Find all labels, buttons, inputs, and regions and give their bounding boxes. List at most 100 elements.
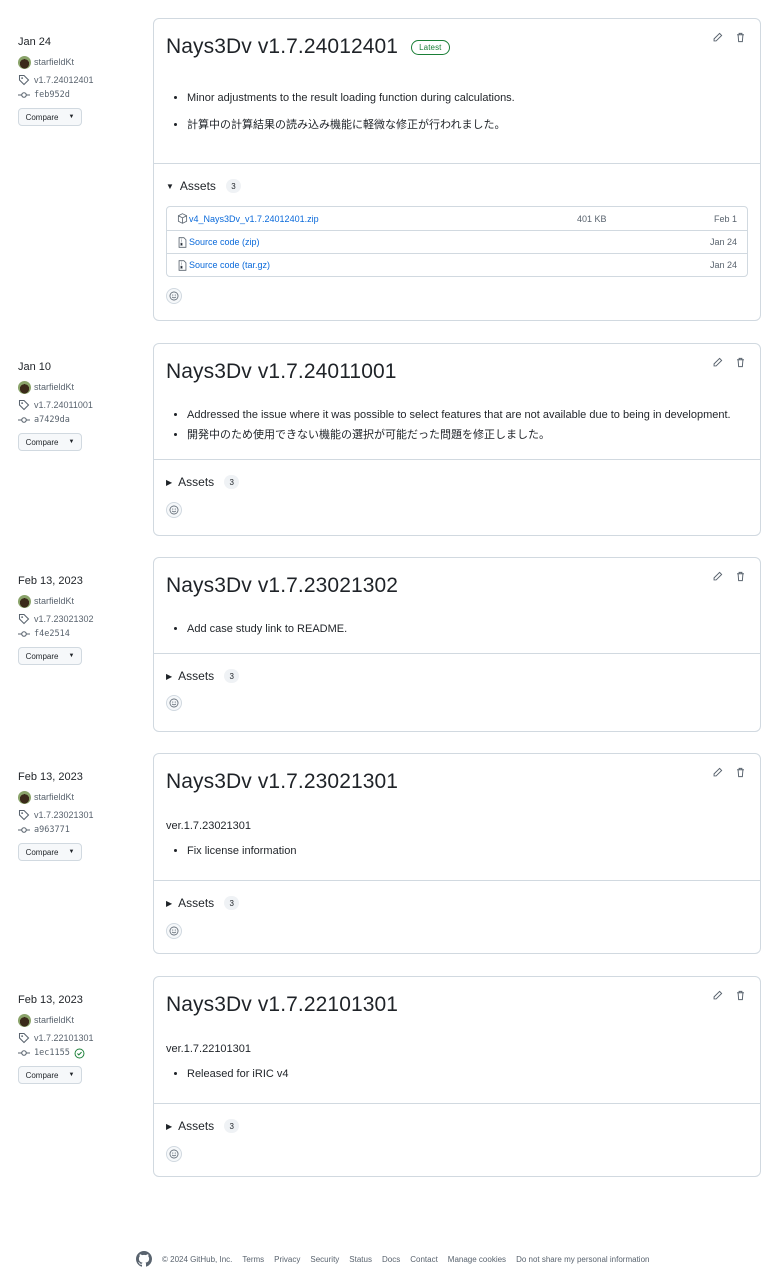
commit-link[interactable]: f4e2514 (18, 627, 138, 641)
release-title[interactable]: Nays3Dv v1.7.23021302 (166, 573, 748, 599)
pencil-icon[interactable] (712, 571, 723, 582)
add-reaction-button[interactable] (166, 923, 182, 939)
release-sidebar: Feb 13, 2023 starfieldKt v1.7.23021302 f… (18, 557, 138, 665)
triangle-right-icon: ▶ (166, 1121, 173, 1131)
assets-counter: 3 (224, 669, 240, 683)
avatar (18, 594, 31, 608)
pencil-icon[interactable] (712, 32, 723, 43)
tag-link[interactable]: v1.7.23021301 (18, 808, 138, 822)
assets-toggle[interactable]: ▶ Assets 3 (154, 667, 760, 685)
release-title[interactable]: Nays3Dv v1.7.23021301 (166, 769, 748, 795)
assets-label: Assets (178, 669, 215, 683)
asset-link[interactable]: Source code (tar.gz) (189, 260, 577, 270)
release-sidebar: Jan 24 starfieldKt v1.7.24012401 feb952d… (18, 18, 138, 126)
note-item: Fix license information (187, 845, 748, 857)
commit-icon (18, 1050, 30, 1056)
author-name: starfieldKt (34, 382, 75, 392)
chevron-down-icon: ▼ (68, 849, 75, 855)
author-link[interactable]: starfieldKt (18, 594, 138, 608)
trash-icon[interactable] (735, 767, 746, 778)
note-item: Addressed the issue where it was possibl… (187, 409, 748, 421)
tag-link[interactable]: v1.7.23021302 (18, 612, 138, 626)
tag-link[interactable]: v1.7.22101301 (18, 1031, 138, 1045)
add-reaction-button[interactable] (166, 288, 182, 304)
tag-name: v1.7.24012401 (34, 75, 94, 85)
page-footer: © 2024 GitHub, Inc. Terms Privacy Securi… (136, 1251, 649, 1267)
smiley-icon (169, 1149, 179, 1159)
compare-button[interactable]: Compare ▼ (18, 647, 82, 665)
release-title[interactable]: Nays3Dv v1.7.22101301 (166, 992, 748, 1018)
footer-copyright: © 2024 GitHub, Inc. (162, 1254, 233, 1264)
add-reaction-button[interactable] (166, 695, 182, 711)
tag-link[interactable]: v1.7.24012401 (18, 73, 138, 87)
assets-toggle[interactable]: ▼ Assets 3 (154, 177, 760, 195)
footer-link-terms[interactable]: Terms (242, 1255, 264, 1264)
smiley-icon (169, 926, 179, 936)
release-title[interactable]: Nays3Dv v1.7.24011001 (166, 359, 748, 385)
asset-link[interactable]: v4_Nays3Dv_v1.7.24012401.zip (189, 214, 577, 224)
asset-link[interactable]: Source code (zip) (189, 237, 577, 247)
add-reaction-button[interactable] (166, 502, 182, 518)
tag-link[interactable]: v1.7.24011001 (18, 398, 138, 412)
footer-link-contact[interactable]: Contact (410, 1255, 438, 1264)
footer-link-privacy[interactable]: Privacy (274, 1255, 300, 1264)
assets-toggle[interactable]: ▶ Assets 3 (154, 473, 760, 491)
compare-button[interactable]: Compare ▼ (18, 1066, 82, 1084)
commit-sha: 1ec1155 (34, 1048, 70, 1058)
compare-button[interactable]: Compare ▼ (18, 108, 82, 126)
latest-badge: Latest (411, 39, 450, 55)
tag-name: v1.7.23021301 (34, 810, 94, 820)
footer-link-manage-cookies[interactable]: Manage cookies (448, 1255, 506, 1264)
assets-toggle[interactable]: ▶ Assets 3 (154, 894, 760, 912)
trash-icon[interactable] (735, 990, 746, 1001)
trash-icon[interactable] (735, 32, 746, 43)
release-title[interactable]: Nays3Dv v1.7.24012401 Latest (166, 34, 748, 60)
author-link[interactable]: starfieldKt (18, 1013, 138, 1027)
github-logo-icon[interactable] (136, 1251, 152, 1267)
release-card: Nays3Dv v1.7.22101301 ver.1.7.22101301 R… (153, 976, 761, 1177)
footer-link-status[interactable]: Status (349, 1255, 372, 1264)
assets-label: Assets (178, 1119, 215, 1133)
tag-name: v1.7.22101301 (34, 1033, 94, 1043)
smiley-icon (169, 505, 179, 515)
file-zip-icon (178, 259, 187, 271)
footer-link-do-not-share[interactable]: Do not share my personal information (516, 1255, 649, 1264)
divider (154, 163, 760, 164)
add-reaction-button[interactable] (166, 1146, 182, 1162)
trash-icon[interactable] (735, 571, 746, 582)
commit-link[interactable]: a7429da (18, 413, 138, 427)
commit-icon (18, 827, 30, 833)
chevron-down-icon: ▼ (68, 653, 75, 659)
avatar (18, 55, 31, 69)
compare-button[interactable]: Compare ▼ (18, 433, 82, 451)
pencil-icon[interactable] (712, 990, 723, 1001)
compare-button[interactable]: Compare ▼ (18, 843, 82, 861)
tag-icon (18, 809, 30, 821)
note-item: 計算中の計算結果の読み込み機能に軽微な修正が行われました。 (187, 116, 748, 132)
author-link[interactable]: starfieldKt (18, 55, 138, 69)
pencil-icon[interactable] (712, 767, 723, 778)
divider (154, 459, 760, 460)
verified-check-icon[interactable] (74, 1048, 85, 1059)
commit-link[interactable]: a963771 (18, 823, 138, 837)
footer-link-security[interactable]: Security (310, 1255, 339, 1264)
commit-sha: a963771 (34, 825, 70, 835)
commit-link[interactable]: feb952d (18, 88, 138, 102)
trash-icon[interactable] (735, 357, 746, 368)
release-title-text: Nays3Dv v1.7.23021302 (166, 574, 399, 597)
author-name: starfieldKt (34, 57, 75, 67)
release-date: Jan 24 (18, 36, 52, 48)
assets-toggle[interactable]: ▶ Assets 3 (154, 1117, 760, 1135)
commit-link[interactable]: 1ec1155 (18, 1046, 138, 1060)
assets-counter: 3 (224, 1119, 240, 1133)
author-link[interactable]: starfieldKt (18, 380, 138, 394)
release-notes: ver.1.7.23021301 Fix license information (154, 820, 760, 857)
footer-link-docs[interactable]: Docs (382, 1255, 400, 1264)
author-link[interactable]: starfieldKt (18, 790, 138, 804)
release-card: Nays3Dv v1.7.23021302 Add case study lin… (153, 557, 761, 732)
triangle-right-icon: ▶ (166, 671, 173, 681)
release-intro: ver.1.7.23021301 (166, 820, 252, 832)
compare-label: Compare (25, 112, 59, 122)
release-title-text: Nays3Dv v1.7.22101301 (166, 993, 399, 1016)
pencil-icon[interactable] (712, 357, 723, 368)
